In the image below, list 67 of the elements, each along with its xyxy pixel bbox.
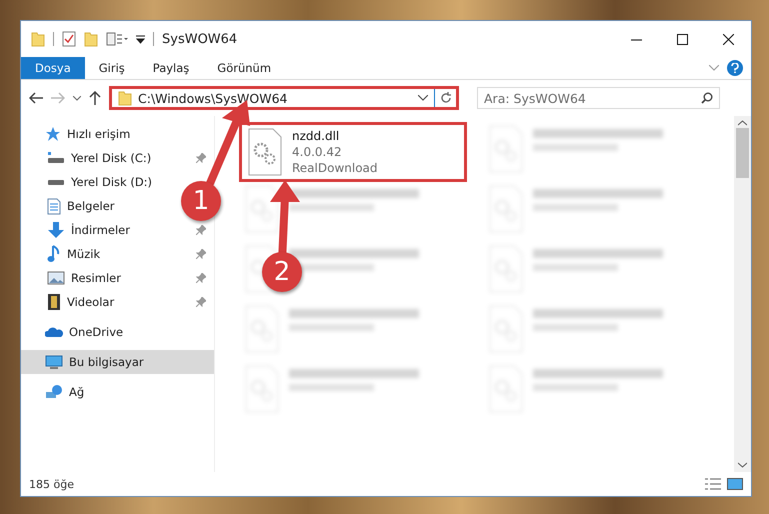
ribbon-tab[interactable]: Görünüm xyxy=(203,57,286,79)
sidebar-item[interactable]: Bu bilgisayar xyxy=(21,350,214,374)
pin-icon[interactable] xyxy=(196,153,206,163)
star-icon xyxy=(45,126,61,142)
refresh-icon xyxy=(440,92,452,104)
search-icon xyxy=(701,92,713,104)
monitor-icon xyxy=(45,354,63,370)
drive-icon xyxy=(47,180,65,184)
chevron-down-icon[interactable] xyxy=(418,95,428,101)
up-button[interactable] xyxy=(89,91,101,105)
properties-icon[interactable] xyxy=(106,32,128,46)
document-icon xyxy=(47,198,61,214)
help-button[interactable] xyxy=(727,60,743,76)
chevron-down-icon xyxy=(73,96,81,100)
folder-icon xyxy=(84,31,98,47)
sidebar-item[interactable]: Müzik xyxy=(21,242,214,266)
cloud-icon xyxy=(45,326,63,338)
file-company: RealDownload xyxy=(292,160,378,176)
music-note-icon xyxy=(47,245,61,263)
checklist-icon[interactable] xyxy=(62,31,76,47)
pin-icon[interactable] xyxy=(196,225,206,235)
file-item[interactable]: nzdd.dll 4.0.0.42 RealDownload xyxy=(239,122,467,182)
pin-icon[interactable] xyxy=(196,249,206,259)
details-view-icon[interactable] xyxy=(705,478,721,490)
window-title: SysWOW64 xyxy=(162,32,238,46)
picture-icon xyxy=(47,271,65,285)
search-field[interactable]: Ara: SysWOW64 xyxy=(477,87,720,109)
sidebar-item[interactable]: Hızlı erişim xyxy=(21,122,130,146)
sidebar-item[interactable]: Resimler xyxy=(21,266,214,290)
gear-file-icon xyxy=(248,128,282,176)
back-button[interactable] xyxy=(29,92,43,104)
ribbon-tab[interactable]: Paylaş xyxy=(138,57,204,79)
scroll-thumb[interactable] xyxy=(736,128,749,178)
scroll-down-icon[interactable] xyxy=(738,462,747,468)
up-arrow-icon xyxy=(89,91,101,105)
pin-icon[interactable] xyxy=(196,273,206,283)
ribbon-tab[interactable]: Giriş xyxy=(84,57,139,79)
sidebar-item[interactable]: Belgeler xyxy=(21,194,115,218)
sidebar-item[interactable]: Yerel Disk (C:) xyxy=(21,146,214,170)
folder-icon xyxy=(31,31,45,47)
drive-icon xyxy=(47,151,65,165)
address-bar[interactable]: C:\Windows\SysWOW64 xyxy=(109,86,459,110)
sidebar-item[interactable]: İndirmeler xyxy=(21,218,214,242)
film-icon xyxy=(47,293,61,311)
forward-arrow-icon xyxy=(51,92,65,104)
sidebar-item[interactable]: Ağ xyxy=(21,380,84,404)
maximize-icon xyxy=(676,34,688,44)
close-icon xyxy=(722,34,734,44)
file-version: 4.0.0.42 xyxy=(292,144,343,160)
recent-dropdown-button[interactable] xyxy=(73,96,81,100)
large-icons-view-icon[interactable] xyxy=(727,478,743,490)
sidebar-item[interactable]: OneDrive xyxy=(21,320,124,344)
scrollbar[interactable] xyxy=(734,116,751,472)
file-name: nzdd.dll xyxy=(292,128,340,144)
scroll-up-icon[interactable] xyxy=(738,120,747,126)
item-count: 185 öğe xyxy=(29,478,74,490)
blurred-file-icon xyxy=(245,185,279,233)
question-mark-icon xyxy=(731,63,739,73)
down-arrow-icon xyxy=(47,221,65,239)
back-arrow-icon xyxy=(29,92,43,104)
ribbon-tab[interactable]: Dosya xyxy=(21,57,85,79)
network-icon xyxy=(45,384,63,400)
folder-icon xyxy=(118,90,132,106)
sidebar-item[interactable]: Yerel Disk (D:) xyxy=(21,170,152,194)
sidebar-item[interactable]: Videolar xyxy=(21,290,214,314)
pin-icon[interactable] xyxy=(196,297,206,307)
dropdown-icon[interactable] xyxy=(136,34,145,44)
